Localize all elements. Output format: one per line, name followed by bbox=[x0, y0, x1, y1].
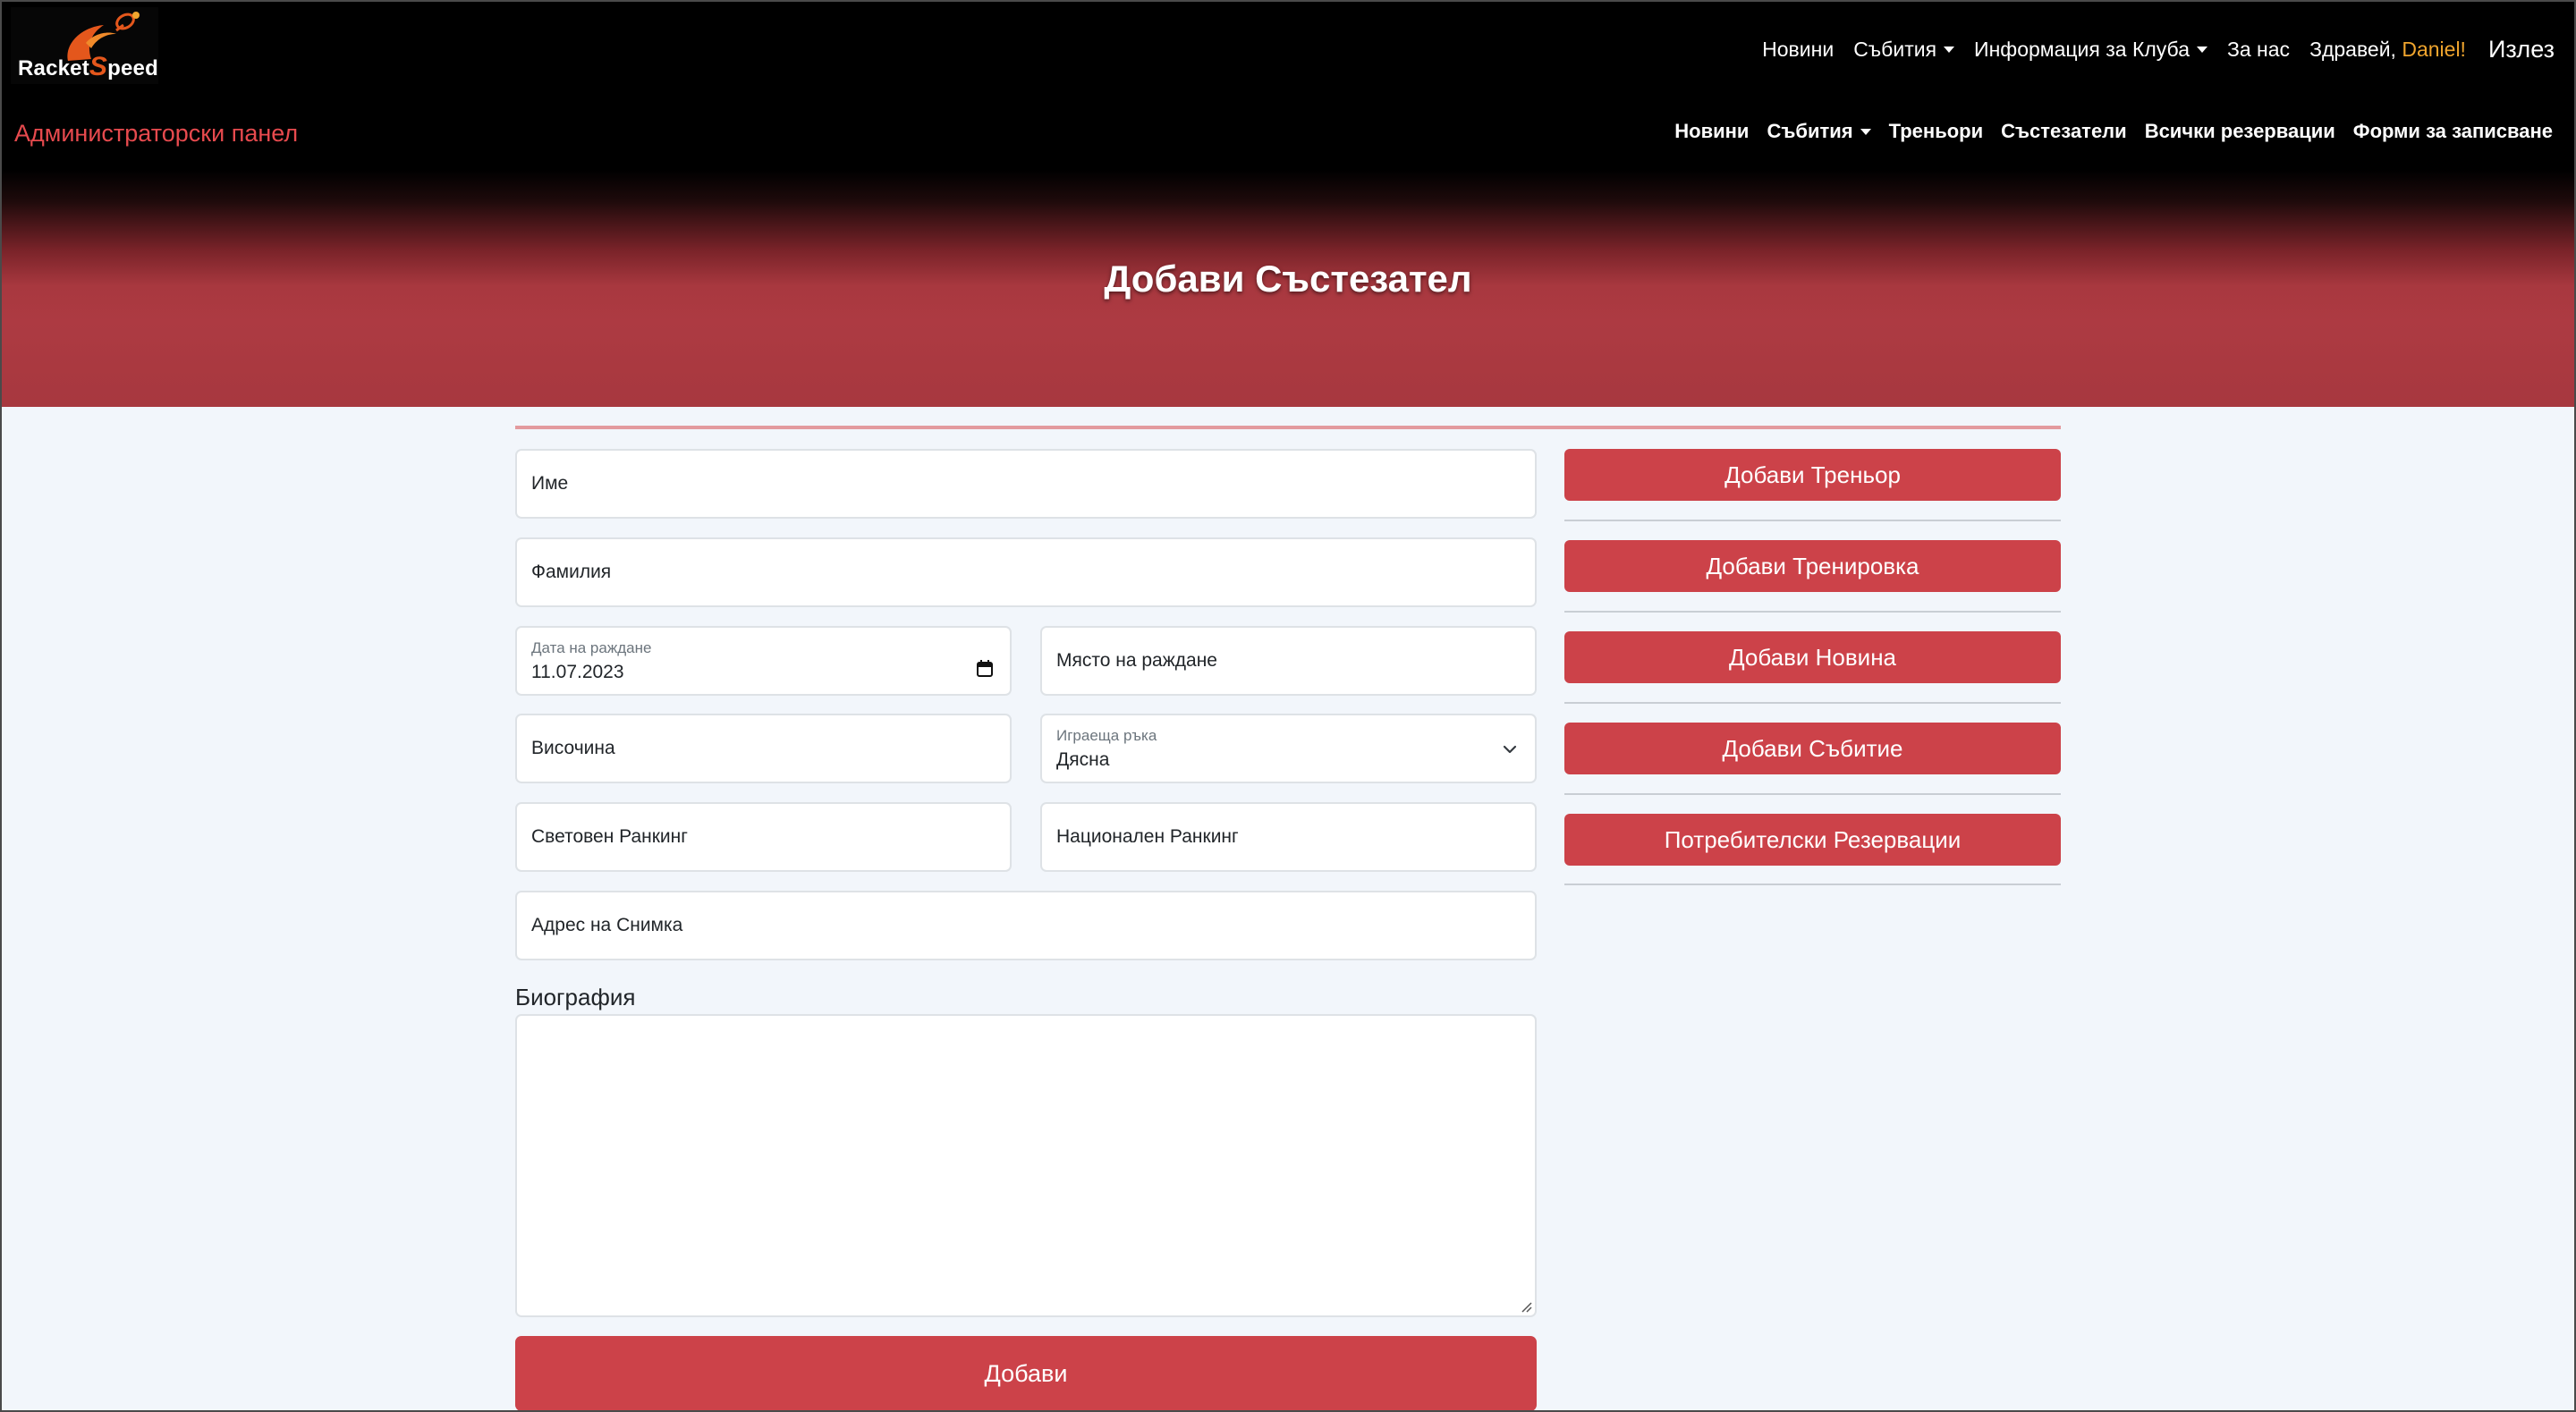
national-ranking-placeholder: Национален Ранкинг bbox=[1056, 826, 1239, 847]
add-coach-button[interactable]: Добави Треньор bbox=[1564, 449, 2061, 501]
biography-textarea[interactable] bbox=[515, 1014, 1537, 1317]
add-training-button[interactable]: Добави Тренировка bbox=[1564, 540, 2061, 592]
last-name-placeholder: Фамилия bbox=[531, 562, 612, 582]
nav-club-info-dropdown[interactable]: Информация за Клуба bbox=[1964, 38, 2217, 62]
user-reservations-button[interactable]: Потребителски Резервации bbox=[1564, 814, 2061, 866]
brand-logo[interactable]: RacketSpeed bbox=[11, 7, 158, 84]
admin-panel-title[interactable]: Администраторски панел bbox=[14, 120, 298, 148]
brand-name: RacketSpeed bbox=[18, 52, 158, 81]
add-event-button[interactable]: Добави Събитие bbox=[1564, 723, 2061, 774]
world-ranking-placeholder: Световен Ранкинг bbox=[531, 826, 688, 847]
world-ranking-field[interactable]: Световен Ранкинг bbox=[515, 802, 1012, 872]
playing-hand-value: Дясна bbox=[1056, 749, 1110, 770]
chevron-down-icon bbox=[1944, 46, 1955, 53]
height-placeholder: Височина bbox=[531, 738, 615, 758]
playing-hand-label: Играеща ръка bbox=[1056, 727, 1157, 744]
sidebar-divider bbox=[1564, 520, 2061, 521]
biography-label: Биография bbox=[515, 984, 636, 1010]
photo-url-placeholder: Адрес на Снимка bbox=[531, 915, 683, 935]
admin-nav-news[interactable]: Новини bbox=[1665, 120, 1758, 143]
first-name-placeholder: Име bbox=[531, 473, 569, 494]
national-ranking-field[interactable]: Национален Ранкинг bbox=[1040, 802, 1537, 872]
resize-handle-icon[interactable] bbox=[1518, 1298, 1532, 1313]
chevron-down-icon bbox=[1860, 128, 1871, 135]
header-hero: RacketSpeed Новини Събития Информация за… bbox=[0, 0, 2576, 407]
admin-nav-competitors[interactable]: Състезатели bbox=[1992, 120, 2136, 143]
chevron-down-icon bbox=[1503, 745, 1517, 754]
sidebar-divider bbox=[1564, 611, 2061, 613]
height-field[interactable]: Височина bbox=[515, 714, 1012, 783]
page-title: Добави Състезател bbox=[1104, 258, 1472, 300]
admin-nav-signup-forms[interactable]: Форми за записване bbox=[2344, 120, 2553, 143]
sidebar-divider bbox=[1564, 793, 2061, 795]
add-news-button[interactable]: Добави Новина bbox=[1564, 631, 2061, 683]
admin-nav: Новини Събития Треньори Състезатели Всич… bbox=[1665, 120, 2553, 143]
submit-button[interactable]: Добави bbox=[515, 1336, 1537, 1411]
birth-date-label: Дата на раждане bbox=[531, 639, 652, 656]
birth-date-field[interactable]: Дата на раждане 11.07.2023 bbox=[515, 626, 1012, 696]
birth-date-value: 11.07.2023 bbox=[531, 662, 624, 682]
section-divider bbox=[515, 426, 2061, 429]
sidebar-divider bbox=[1564, 884, 2061, 885]
nav-events-dropdown[interactable]: Събития bbox=[1843, 38, 1964, 62]
birth-place-placeholder: Място на раждане bbox=[1056, 650, 1217, 671]
nav-news[interactable]: Новини bbox=[1752, 38, 1843, 62]
admin-nav-coaches[interactable]: Треньори bbox=[1880, 120, 1993, 143]
playing-hand-select[interactable]: Играеща ръка Дясна bbox=[1040, 714, 1537, 783]
logout-link[interactable]: Излез bbox=[2476, 36, 2555, 63]
chevron-down-icon bbox=[2196, 46, 2207, 53]
photo-url-field[interactable]: Адрес на Снимка bbox=[515, 891, 1537, 960]
user-name: Daniel! bbox=[2402, 37, 2466, 61]
sidebar-divider bbox=[1564, 702, 2061, 704]
main-nav: Новини Събития Информация за Клуба За на… bbox=[1752, 32, 2555, 66]
last-name-field[interactable]: Фамилия bbox=[515, 537, 1537, 607]
admin-nav-all-reservations[interactable]: Всички резервации bbox=[2136, 120, 2344, 143]
nav-about[interactable]: За нас bbox=[2217, 38, 2300, 62]
birth-place-field[interactable]: Място на раждане bbox=[1040, 626, 1537, 696]
admin-nav-events-dropdown[interactable]: Събития bbox=[1758, 120, 1879, 143]
first-name-field[interactable]: Име bbox=[515, 449, 1537, 519]
calendar-icon[interactable] bbox=[976, 660, 994, 678]
user-greeting: Здравей, Daniel! bbox=[2309, 37, 2466, 61]
